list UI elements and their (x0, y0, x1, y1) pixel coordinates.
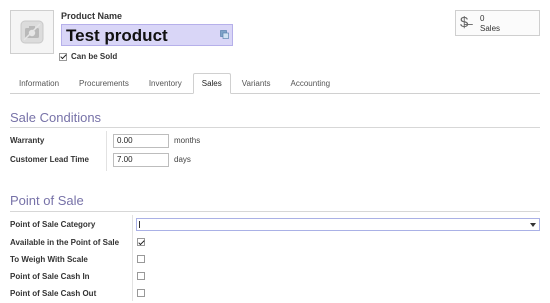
tab-accounting[interactable]: Accounting (282, 73, 340, 93)
camera-icon (20, 20, 44, 44)
pos-category-select[interactable] (136, 218, 540, 231)
point-of-sale-title: Point of Sale (10, 193, 84, 208)
pos-cash-out-checkbox[interactable] (137, 289, 145, 297)
point-of-sale-divider (10, 211, 540, 212)
translate-icon[interactable] (220, 30, 229, 39)
pos-cash-in-label: Point of Sale Cash In (10, 272, 90, 281)
product-name-field[interactable]: Test product (61, 24, 233, 46)
sale-conditions-divider (10, 127, 540, 128)
text-cursor (139, 221, 140, 228)
to-weigh-label: To Weigh With Scale (10, 255, 88, 264)
product-name-value: Test product (66, 26, 168, 45)
tab-information[interactable]: Information (10, 73, 68, 93)
available-in-pos-checkbox[interactable] (137, 238, 145, 246)
pos-cash-out-label: Point of Sale Cash Out (10, 289, 97, 298)
point-of-sale-column-divider (132, 215, 133, 301)
sale-conditions-title: Sale Conditions (10, 110, 102, 125)
tab-procurements[interactable]: Procurements (70, 73, 138, 93)
product-image[interactable] (10, 10, 54, 54)
lead-time-input[interactable]: 7.00 (113, 153, 169, 167)
available-in-pos-label: Available in the Point of Sale (10, 238, 120, 247)
can-be-sold-label: Can be Sold (71, 52, 118, 61)
lead-time-unit: days (174, 155, 191, 164)
to-weigh-checkbox[interactable] (137, 255, 145, 263)
notebook-tabs: Information Procurements Inventory Sales… (10, 73, 540, 94)
strikethrough-dollar-icon: $̶ (460, 14, 469, 31)
product-name-label: Product Name (61, 11, 123, 21)
sales-smart-label: Sales (480, 24, 501, 33)
sale-conditions-column-divider (106, 131, 107, 171)
sales-count: 0 (480, 14, 485, 23)
tab-variants[interactable]: Variants (233, 73, 280, 93)
lead-time-label: Customer Lead Time (10, 155, 89, 164)
warranty-input[interactable]: 0.00 (113, 134, 169, 148)
warranty-unit: months (174, 136, 201, 145)
can-be-sold-checkbox[interactable] (59, 52, 67, 61)
tab-sales[interactable]: Sales (192, 73, 231, 94)
pos-category-label: Point of Sale Category (10, 220, 96, 229)
pos-cash-in-checkbox[interactable] (137, 272, 145, 280)
can-be-sold-row: Can be Sold (59, 52, 117, 61)
tab-inventory[interactable]: Inventory (140, 73, 191, 93)
sales-smart-button[interactable]: $̶ 0 Sales (455, 10, 540, 36)
warranty-label: Warranty (10, 136, 45, 145)
dropdown-arrow-icon[interactable] (530, 223, 536, 227)
